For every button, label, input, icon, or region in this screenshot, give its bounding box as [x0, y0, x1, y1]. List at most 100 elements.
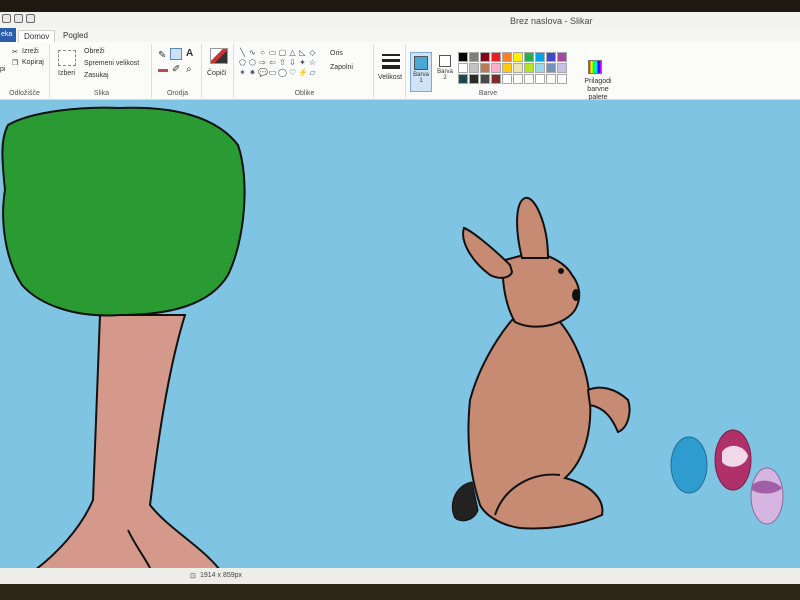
resize-button[interactable]: Spremeni velikost	[84, 60, 139, 67]
palette-swatch[interactable]	[557, 74, 567, 84]
palette-swatch[interactable]	[524, 63, 534, 73]
copy-icon[interactable]: ❐	[12, 59, 18, 67]
redo-icon[interactable]	[26, 14, 35, 23]
colors-group: Barva 1 Barva 2 Prilagodi barvne palete …	[408, 44, 618, 101]
cut-button[interactable]: Izreži	[22, 48, 39, 55]
palette-swatch[interactable]	[524, 52, 534, 62]
ribbon: pi ✂ Izreži ❐ Kopiraj Odložišče Izberi O…	[0, 42, 800, 101]
image-group: Izberi Obreži Spremeni velikost Zasukaj …	[52, 44, 152, 98]
palette-swatch[interactable]	[546, 74, 556, 84]
rabbit-eye	[558, 268, 564, 274]
paint-window: Brez naslova - Slikar eka Domov Pogled p…	[0, 0, 800, 600]
palette-swatch[interactable]	[535, 63, 545, 73]
palette-swatch[interactable]	[546, 63, 556, 73]
egg-blue	[670, 436, 708, 494]
color1-swatch	[414, 56, 428, 70]
size-group: Velikost	[376, 44, 406, 98]
palette-swatch[interactable]	[491, 74, 501, 84]
select-button[interactable]: Izberi	[58, 70, 75, 77]
pencil-icon[interactable]: ✎	[158, 50, 166, 61]
magnifier-icon[interactable]: ⌕	[186, 64, 192, 75]
color-picker-icon[interactable]: ✐	[172, 64, 180, 75]
palette-swatch[interactable]	[502, 74, 512, 84]
palette-swatch[interactable]	[524, 74, 534, 84]
rabbit-ear-right	[516, 196, 550, 259]
rabbit-head	[502, 250, 581, 328]
color1-button[interactable]: Barva 1	[410, 52, 432, 92]
brushes-button[interactable]: Čopiči	[207, 70, 226, 77]
text-icon[interactable]: A	[186, 48, 193, 59]
size-line-thin	[382, 54, 400, 56]
palette-swatch[interactable]	[480, 52, 490, 62]
palette-swatch[interactable]	[458, 52, 468, 62]
crop-button[interactable]: Obreži	[84, 48, 105, 55]
image-group-label: Slika	[93, 90, 110, 97]
canvas-size-icon: ⊡	[190, 573, 196, 580]
status-bar: ⊡ 1914 x 859px	[0, 568, 800, 584]
tab-home[interactable]: Domov	[18, 30, 56, 42]
egg-lilac	[750, 467, 784, 525]
drawing-canvas[interactable]	[0, 100, 800, 570]
canvas-dimensions: 1914 x 859px	[200, 572, 243, 579]
palette-swatch[interactable]	[491, 52, 501, 62]
palette-swatch[interactable]	[469, 52, 479, 62]
palette-swatch[interactable]	[557, 63, 567, 73]
paste-button[interactable]: pi	[0, 66, 5, 73]
quick-access-toolbar	[2, 14, 35, 23]
palette-swatch[interactable]	[469, 74, 479, 84]
size-line-thick	[382, 65, 400, 69]
tree-crown	[1, 106, 246, 317]
palette-swatch[interactable]	[513, 63, 523, 73]
fill-icon[interactable]	[170, 48, 182, 60]
palette-swatch[interactable]	[469, 63, 479, 73]
palette-swatch[interactable]	[513, 52, 523, 62]
cut-icon[interactable]: ✂	[12, 48, 18, 56]
edit-colors-button[interactable]: Prilagodi barvne palete	[578, 78, 618, 102]
eraser-icon[interactable]: ▬	[158, 64, 168, 75]
shapes-group-label: Oblike	[294, 90, 315, 97]
canvas-drawing	[1, 106, 784, 570]
palette-swatch[interactable]	[480, 63, 490, 73]
colors-group-label: Barve	[478, 90, 498, 97]
ribbon-tabs: eka Domov Pogled	[0, 28, 800, 42]
palette-swatch[interactable]	[502, 52, 512, 62]
palette-swatch[interactable]	[480, 74, 490, 84]
copy-button[interactable]: Kopiraj	[22, 59, 44, 66]
color2-swatch	[439, 55, 451, 67]
rabbit-nose	[572, 289, 580, 301]
monitor-bottom-bezel	[0, 584, 800, 600]
tree-trunk	[33, 314, 222, 570]
outline-button[interactable]: Oris	[330, 50, 343, 57]
shapes-gallery[interactable]: ╲ ∿ ○ ▭ ▢ △ ◺ ◇ ⬠ ⬡ ⇨ ⇦ ⇧ ⇩ ✦ ☆ ✶ ✷ 💬 ▭ ◯ ♡ ⚡ ▱	[238, 48, 317, 77]
select-icon[interactable]	[58, 50, 76, 66]
rabbit-body	[467, 318, 604, 530]
undo-icon[interactable]	[14, 14, 23, 23]
window-title: Brez naslova - Slikar	[510, 16, 593, 26]
palette-swatch[interactable]	[557, 52, 567, 62]
tools-group: ✎ A ▬ ✐ ⌕ Orodja	[154, 44, 202, 98]
tab-file[interactable]: eka	[0, 28, 16, 42]
color-palette[interactable]	[458, 52, 567, 84]
brushes-group: Čopiči	[204, 44, 234, 98]
palette-swatch[interactable]	[535, 52, 545, 62]
clipboard-group: pi ✂ Izreži ❐ Kopiraj Odložišče	[0, 44, 50, 98]
tab-view[interactable]: Pogled	[58, 30, 93, 42]
shapes-group: ╲ ∿ ○ ▭ ▢ △ ◺ ◇ ⬠ ⬡ ⇨ ⇦ ⇧ ⇩ ✦ ☆ ✶ ✷ 💬 ▭ ◯ ♡ ⚡ ▱ Oris Zapolni …	[236, 44, 374, 98]
brush-icon[interactable]	[210, 48, 228, 64]
palette-swatch[interactable]	[458, 74, 468, 84]
palette-swatch[interactable]	[491, 63, 501, 73]
palette-swatch[interactable]	[513, 74, 523, 84]
fill-button[interactable]: Zapolni	[330, 64, 353, 71]
edit-colors-icon[interactable]	[588, 60, 602, 74]
palette-swatch[interactable]	[502, 63, 512, 73]
palette-swatch[interactable]	[535, 74, 545, 84]
rabbit-front-leg	[586, 386, 631, 434]
rotate-button[interactable]: Zasukaj	[84, 72, 109, 79]
color2-button[interactable]: Barva 2	[436, 52, 454, 92]
size-button[interactable]: Velikost	[378, 74, 402, 81]
size-line-medium	[382, 59, 400, 62]
save-icon[interactable]	[2, 14, 11, 23]
palette-swatch[interactable]	[546, 52, 556, 62]
clipboard-group-label: Odložišče	[9, 90, 40, 97]
palette-swatch[interactable]	[458, 63, 468, 73]
